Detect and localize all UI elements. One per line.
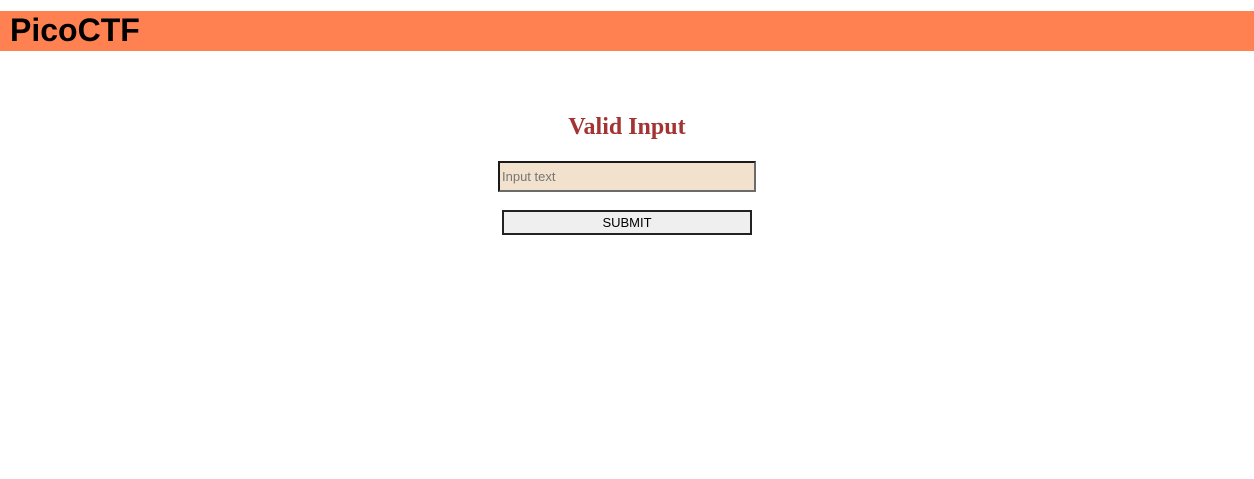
text-input[interactable] — [498, 161, 756, 192]
submit-button[interactable]: SUBMIT — [502, 210, 752, 235]
page-title: Valid Input — [568, 114, 686, 140]
main-content: Valid Input SUBMIT — [0, 0, 1254, 479]
